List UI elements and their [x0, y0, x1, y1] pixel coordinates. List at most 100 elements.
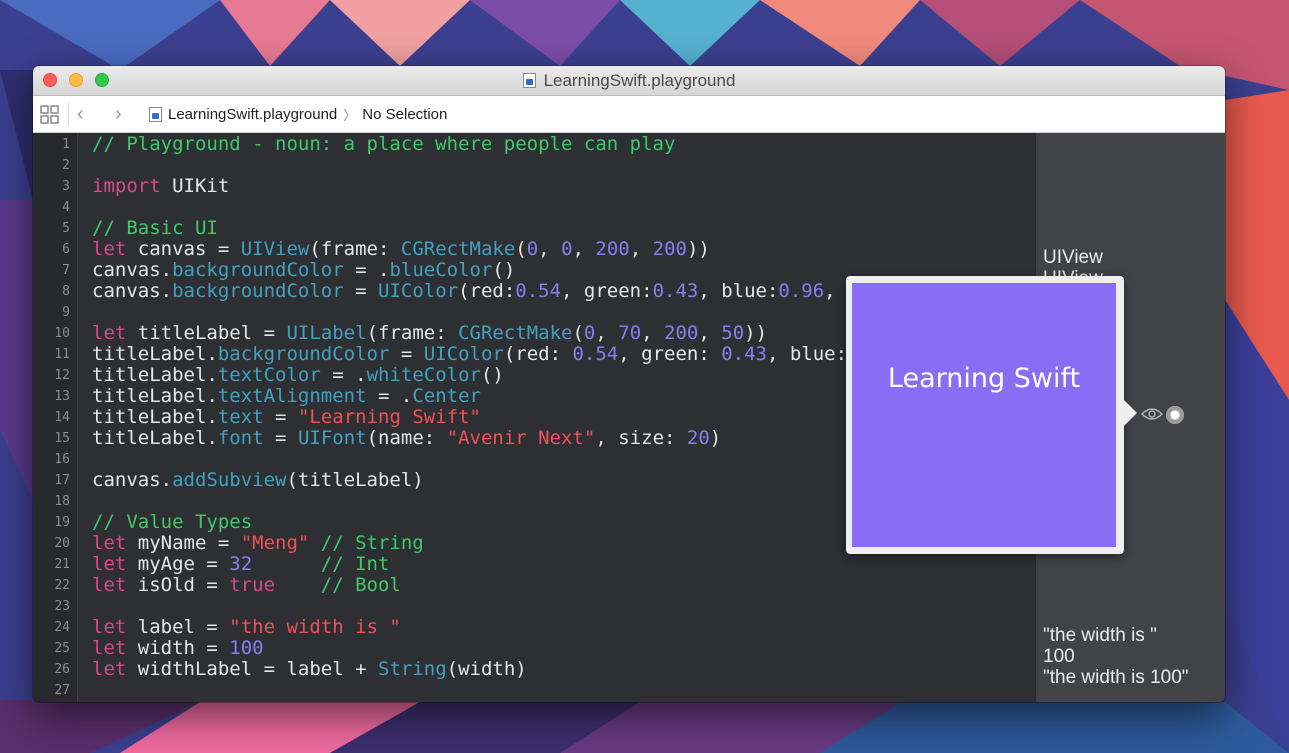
code-token: , size: [595, 427, 687, 449]
forward-chevron-icon[interactable]: › [115, 103, 122, 126]
code-text: // Basic UI [92, 218, 218, 239]
code-line[interactable]: 21 let myAge = 32 // Int [33, 554, 1035, 575]
code-token: isOld = [126, 574, 230, 596]
back-chevron-icon[interactable]: ‹ [77, 103, 84, 126]
code-text: // Value Types [92, 512, 252, 533]
result-value[interactable]: "the width is " [1043, 625, 1157, 646]
code-token: "Meng" [240, 532, 310, 554]
related-items-grid-icon[interactable] [40, 105, 59, 124]
code-token: titleLabel. [92, 427, 218, 449]
code-line[interactable]: 27 [33, 680, 1035, 701]
line-number: 16 [54, 452, 70, 467]
code-token: (name: [366, 427, 447, 449]
code-token: // Int [252, 553, 390, 575]
result-value[interactable]: UIView [1043, 247, 1103, 268]
line-number: 20 [54, 536, 70, 551]
code-token: (titleLabel) [286, 469, 424, 491]
code-token: addSubview [172, 469, 287, 491]
breadcrumb-separator-icon: 〉 [343, 107, 357, 123]
code-text: canvas.backgroundColor = UIColor(red:0.5… [92, 281, 939, 302]
code-token: (red: [458, 280, 516, 302]
code-token: canvas. [92, 280, 173, 302]
code-line[interactable]: 3 import UIKit [33, 176, 1035, 197]
code-token: // Basic UI [92, 217, 218, 239]
code-token: label = [126, 616, 230, 638]
code-token: let [92, 637, 127, 659]
code-text: let myName = "Meng" // String [92, 533, 424, 554]
code-token: 0 [583, 322, 596, 344]
code-line[interactable]: 1 // Playground - noun: a place where peo… [33, 134, 1035, 155]
code-token: ( [572, 322, 584, 344]
result-value[interactable]: "the width is 100" [1043, 667, 1189, 688]
breadcrumb-selection[interactable]: No Selection [362, 106, 447, 123]
title-label-preview: Learning Swift [887, 362, 1081, 394]
code-token: , blue: [766, 343, 859, 365]
code-line[interactable]: 6 let canvas = UIView(frame: CGRectMake(0… [33, 239, 1035, 260]
code-token: UIView [240, 238, 310, 260]
line-number: 3 [62, 179, 70, 194]
code-token: font [217, 427, 264, 449]
breadcrumb-file[interactable]: LearningSwift.playground [168, 106, 337, 123]
code-line[interactable]: 2 [33, 155, 1035, 176]
code-line[interactable]: 23 [33, 596, 1035, 617]
code-token: 200 [595, 238, 630, 260]
code-line[interactable]: 5 // Basic UI [33, 218, 1035, 239]
code-token: titleLabel. [92, 364, 218, 386]
result-value[interactable]: 100 [1043, 646, 1075, 667]
code-token: whiteColor [366, 364, 481, 386]
code-text: // Playground - noun: a place where peop… [92, 134, 675, 155]
code-token: true [229, 574, 276, 596]
code-line[interactable]: 4 [33, 197, 1035, 218]
code-token: 200 [664, 322, 699, 344]
code-token: (frame: [366, 322, 459, 344]
code-token: myName = [126, 532, 241, 554]
line-number: 18 [54, 494, 70, 509]
code-token: = [343, 280, 378, 302]
code-text: let canvas = UIView(frame: CGRectMake(0,… [92, 239, 710, 260]
code-token: () [492, 259, 516, 281]
window-title: LearningSwift.playground [543, 70, 736, 90]
code-token: CGRectMake [458, 322, 573, 344]
breadcrumb: LearningSwift.playground 〉 No Selection [149, 96, 447, 132]
code-text: canvas.addSubview(titleLabel) [92, 470, 424, 491]
line-number: 6 [62, 242, 70, 257]
jump-bar: ‹ › LearningSwift.playground 〉 No Select… [33, 96, 1225, 133]
line-number: 15 [54, 431, 70, 446]
code-token: , [698, 322, 722, 344]
code-line[interactable]: 26 let widthLabel = label + String(width) [33, 659, 1035, 680]
code-text: titleLabel.backgroundColor = UIColor(red… [92, 344, 904, 365]
code-token: 50 [721, 322, 745, 344]
preview-arrow [1124, 400, 1137, 426]
quick-look-eye-icon[interactable] [1141, 406, 1163, 422]
code-token: let [92, 616, 127, 638]
code-token: , [572, 238, 596, 260]
show-result-toggle-icon[interactable] [1166, 406, 1184, 424]
code-line[interactable]: 24 let label = "the width is " [33, 617, 1035, 638]
code-token: , [629, 238, 653, 260]
code-token: titleLabel. [92, 385, 218, 407]
code-token: width = [126, 637, 230, 659]
code-token: , green: [618, 343, 722, 365]
code-token: text [217, 406, 264, 428]
code-text: titleLabel.textAlignment = .Center [92, 386, 481, 407]
playground-file-icon [522, 73, 536, 88]
code-line[interactable]: 22 let isOld = true // Bool [33, 575, 1035, 596]
code-token: titleLabel = [126, 322, 287, 344]
code-token: 20 [686, 427, 710, 449]
code-token: 0 [561, 238, 573, 260]
code-token: , [538, 238, 562, 260]
code-line[interactable]: 25 let width = 100 [33, 638, 1035, 659]
code-text: canvas.backgroundColor = .blueColor() [92, 260, 515, 281]
code-token: canvas. [92, 469, 173, 491]
code-token: 0.96 [778, 280, 825, 302]
line-number: 14 [54, 410, 70, 425]
canvas-view: Learning Swift [852, 283, 1116, 547]
line-number: 13 [54, 389, 70, 404]
line-number: 27 [54, 683, 70, 698]
code-token: (width) [446, 658, 527, 680]
code-token: , [641, 322, 665, 344]
code-token: blueColor [389, 259, 493, 281]
code-token: 0 [526, 238, 539, 260]
code-token: UIFont [297, 427, 367, 449]
code-token: textColor [217, 364, 321, 386]
